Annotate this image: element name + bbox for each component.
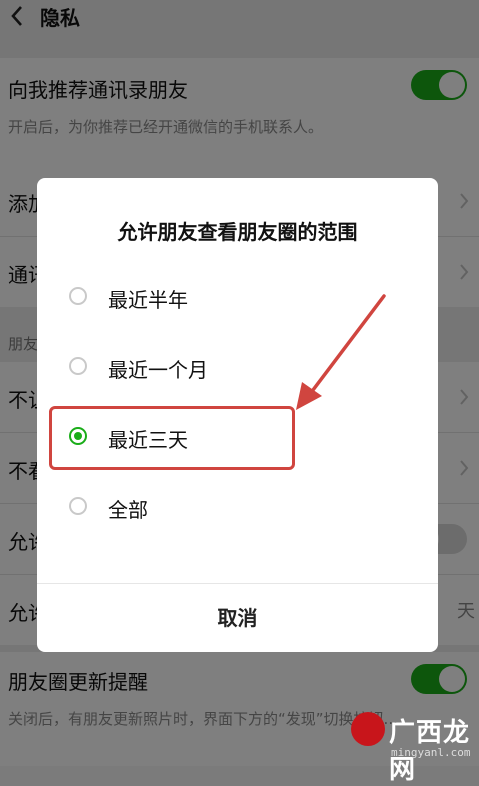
radio-button-icon [69,287,87,305]
watermark: 广西龙网 mingyanl.com [351,708,473,785]
option-label: 最近半年 [108,288,188,312]
watermark-logo-icon [351,712,385,746]
annotation-highlight-box [49,406,295,470]
option-one-month[interactable]: 最近一个月 [37,340,438,396]
radio-button-icon [69,497,87,515]
watermark-url: mingyanl.com [391,746,471,759]
radio-button-icon [69,357,87,375]
cancel-button[interactable]: 取消 [37,584,438,652]
option-label: 最近一个月 [108,358,208,382]
dialog-title: 允许朋友查看朋友圈的范围 [117,220,358,244]
option-all[interactable]: 全部 [37,480,438,536]
option-label: 全部 [108,498,148,522]
option-half-year[interactable]: 最近半年 [37,270,438,326]
